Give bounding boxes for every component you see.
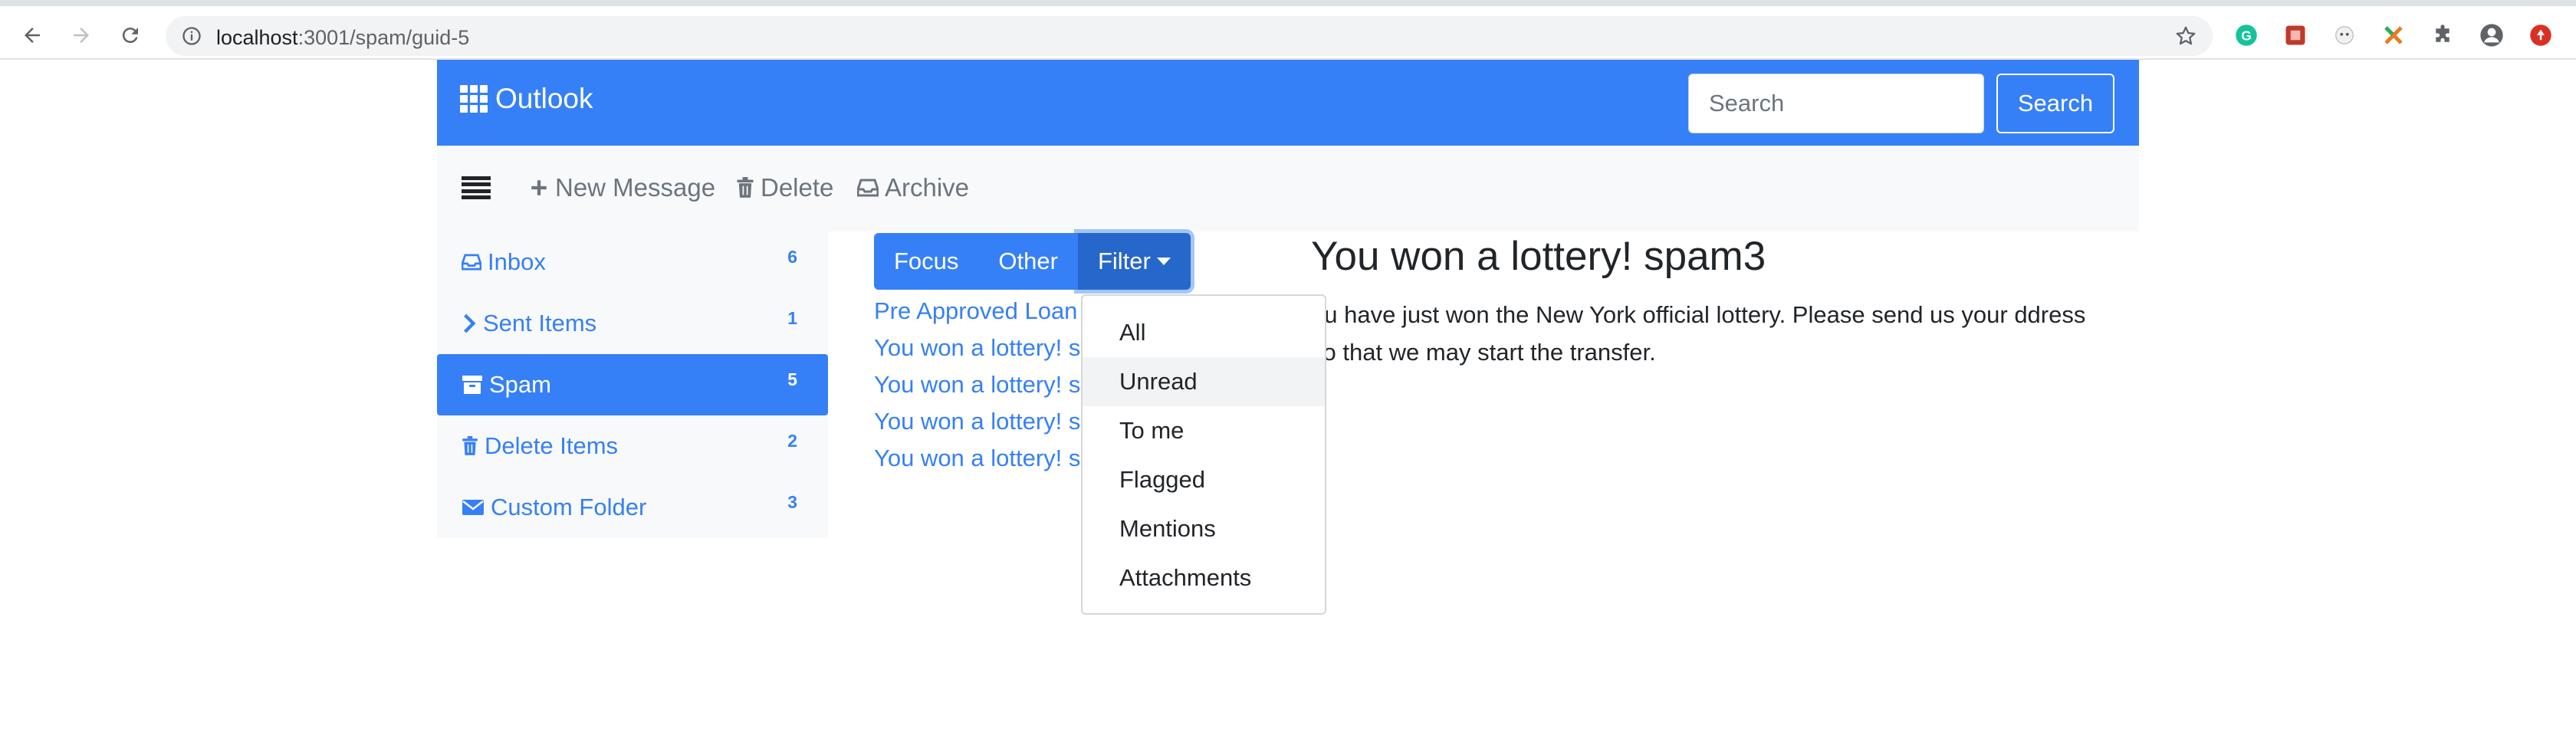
unread-count-badge: 2 xyxy=(787,431,797,451)
filter-option-attachments[interactable]: Attachments xyxy=(1083,553,1325,602)
info-icon xyxy=(182,27,201,45)
browser-tab-strip xyxy=(0,0,2576,6)
profile-avatar-icon[interactable] xyxy=(2478,21,2505,49)
archive-box-icon xyxy=(462,376,482,394)
message-list-item[interactable]: You won a lottery! s xyxy=(874,403,1104,440)
tab-focus[interactable]: Focus xyxy=(874,233,979,290)
message-list-item[interactable]: You won a lottery! s xyxy=(874,366,1104,403)
sidebar-item-inbox[interactable]: Inbox 6 xyxy=(437,231,828,293)
envelope-icon xyxy=(462,500,484,515)
sidebar-item-label: Delete Items xyxy=(485,432,619,459)
action-toolbar: New Message Delete Archive xyxy=(437,146,2139,231)
tools-extension-icon[interactable] xyxy=(2380,21,2407,49)
chevron-right-icon xyxy=(464,313,476,333)
message-subject: You won a lottery! spam3 xyxy=(1311,234,1766,279)
filter-option-unread[interactable]: Unread xyxy=(1083,357,1325,406)
reload-button[interactable] xyxy=(115,20,146,51)
sidebar-item-label: Custom Folder xyxy=(491,494,647,520)
caret-down-icon xyxy=(1156,258,1171,265)
trash-icon xyxy=(737,177,754,198)
unread-count-badge: 1 xyxy=(787,308,797,328)
record-extension-icon[interactable] xyxy=(2527,21,2555,49)
unread-count-badge: 5 xyxy=(787,369,797,389)
filter-option-all[interactable]: All xyxy=(1083,308,1325,357)
message-list: Pre Approved Loan You won a lottery! s Y… xyxy=(874,293,1104,477)
filter-label: Filter xyxy=(1097,248,1151,274)
unread-count-badge: 6 xyxy=(787,247,797,267)
delete-label: Delete xyxy=(761,173,834,202)
ghost-extension-icon[interactable] xyxy=(2331,21,2358,49)
filter-dropdown-button[interactable]: Filter xyxy=(1077,233,1191,290)
grammarly-extension-icon[interactable]: G xyxy=(2233,21,2260,49)
inbox-tab-group: Focus Other Filter xyxy=(874,233,1191,290)
message-body: ou have just won the New York official l… xyxy=(1311,301,2086,366)
sidebar-item-custom-folder[interactable]: Custom Folder 3 xyxy=(437,477,828,538)
filter-option-mentions[interactable]: Mentions xyxy=(1083,504,1325,553)
message-list-item[interactable]: You won a lottery! s xyxy=(874,330,1104,366)
sidebar-item-sent-items[interactable]: Sent Items 1 xyxy=(437,293,828,354)
brand-label: Outlook xyxy=(495,83,593,114)
archive-label: Archive xyxy=(885,173,970,202)
sidebar-item-delete-items[interactable]: Delete Items 2 xyxy=(437,415,828,477)
hamburger-menu-icon[interactable] xyxy=(462,176,491,199)
delete-button[interactable]: Delete xyxy=(736,173,833,202)
search-button[interactable]: Search xyxy=(1996,74,2114,133)
back-arrow-icon xyxy=(25,28,40,43)
inbox-tray-icon xyxy=(857,179,879,197)
filter-option-flagged[interactable]: Flagged xyxy=(1083,455,1325,504)
forward-arrow-icon xyxy=(74,28,89,43)
plus-icon xyxy=(531,180,547,195)
filter-option-to-me[interactable]: To me xyxy=(1083,406,1325,455)
inbox-icon xyxy=(462,254,481,271)
app-navbar: Outlook Search xyxy=(437,60,2139,146)
url-text: localhost:3001/spam/guid-5 xyxy=(216,26,470,49)
new-message-label: New Message xyxy=(555,173,716,202)
sidebar-item-label: Sent Items xyxy=(483,310,597,336)
browser-toolbar: localhost:3001/spam/guid-5 G xyxy=(0,6,2576,60)
filter-dropdown-menu: All Unread To me Flagged Mentions Attach… xyxy=(1081,294,1326,615)
trash-icon xyxy=(462,436,478,455)
back-button[interactable] xyxy=(17,20,48,51)
unread-count-badge: 3 xyxy=(787,492,797,512)
sidebar-item-label: Inbox xyxy=(488,248,546,275)
sidebar-item-label: Spam xyxy=(489,371,551,398)
search-input[interactable] xyxy=(1688,74,1984,133)
svg-text:G: G xyxy=(2241,28,2252,43)
reload-icon xyxy=(122,28,138,44)
bookmark-star-icon[interactable] xyxy=(2174,25,2197,48)
brand[interactable]: Outlook xyxy=(460,83,593,115)
address-bar[interactable]: localhost:3001/spam/guid-5 xyxy=(166,16,2213,56)
tab-other[interactable]: Other xyxy=(978,233,1078,290)
red-extension-icon[interactable] xyxy=(2282,21,2309,49)
archive-button[interactable]: Archive xyxy=(857,173,969,202)
message-list-item[interactable]: You won a lottery! s xyxy=(874,440,1104,477)
puzzle-extensions-icon[interactable] xyxy=(2429,21,2456,49)
forward-button[interactable] xyxy=(66,20,97,51)
sidebar-item-spam[interactable]: Spam 5 xyxy=(437,354,828,415)
folder-sidebar: Inbox 6 Sent Items 1 Spam 5 Delete Items… xyxy=(437,231,828,538)
message-list-item[interactable]: Pre Approved Loan xyxy=(874,293,1104,330)
app-grid-icon xyxy=(460,85,488,113)
new-message-button[interactable]: New Message xyxy=(529,173,715,202)
